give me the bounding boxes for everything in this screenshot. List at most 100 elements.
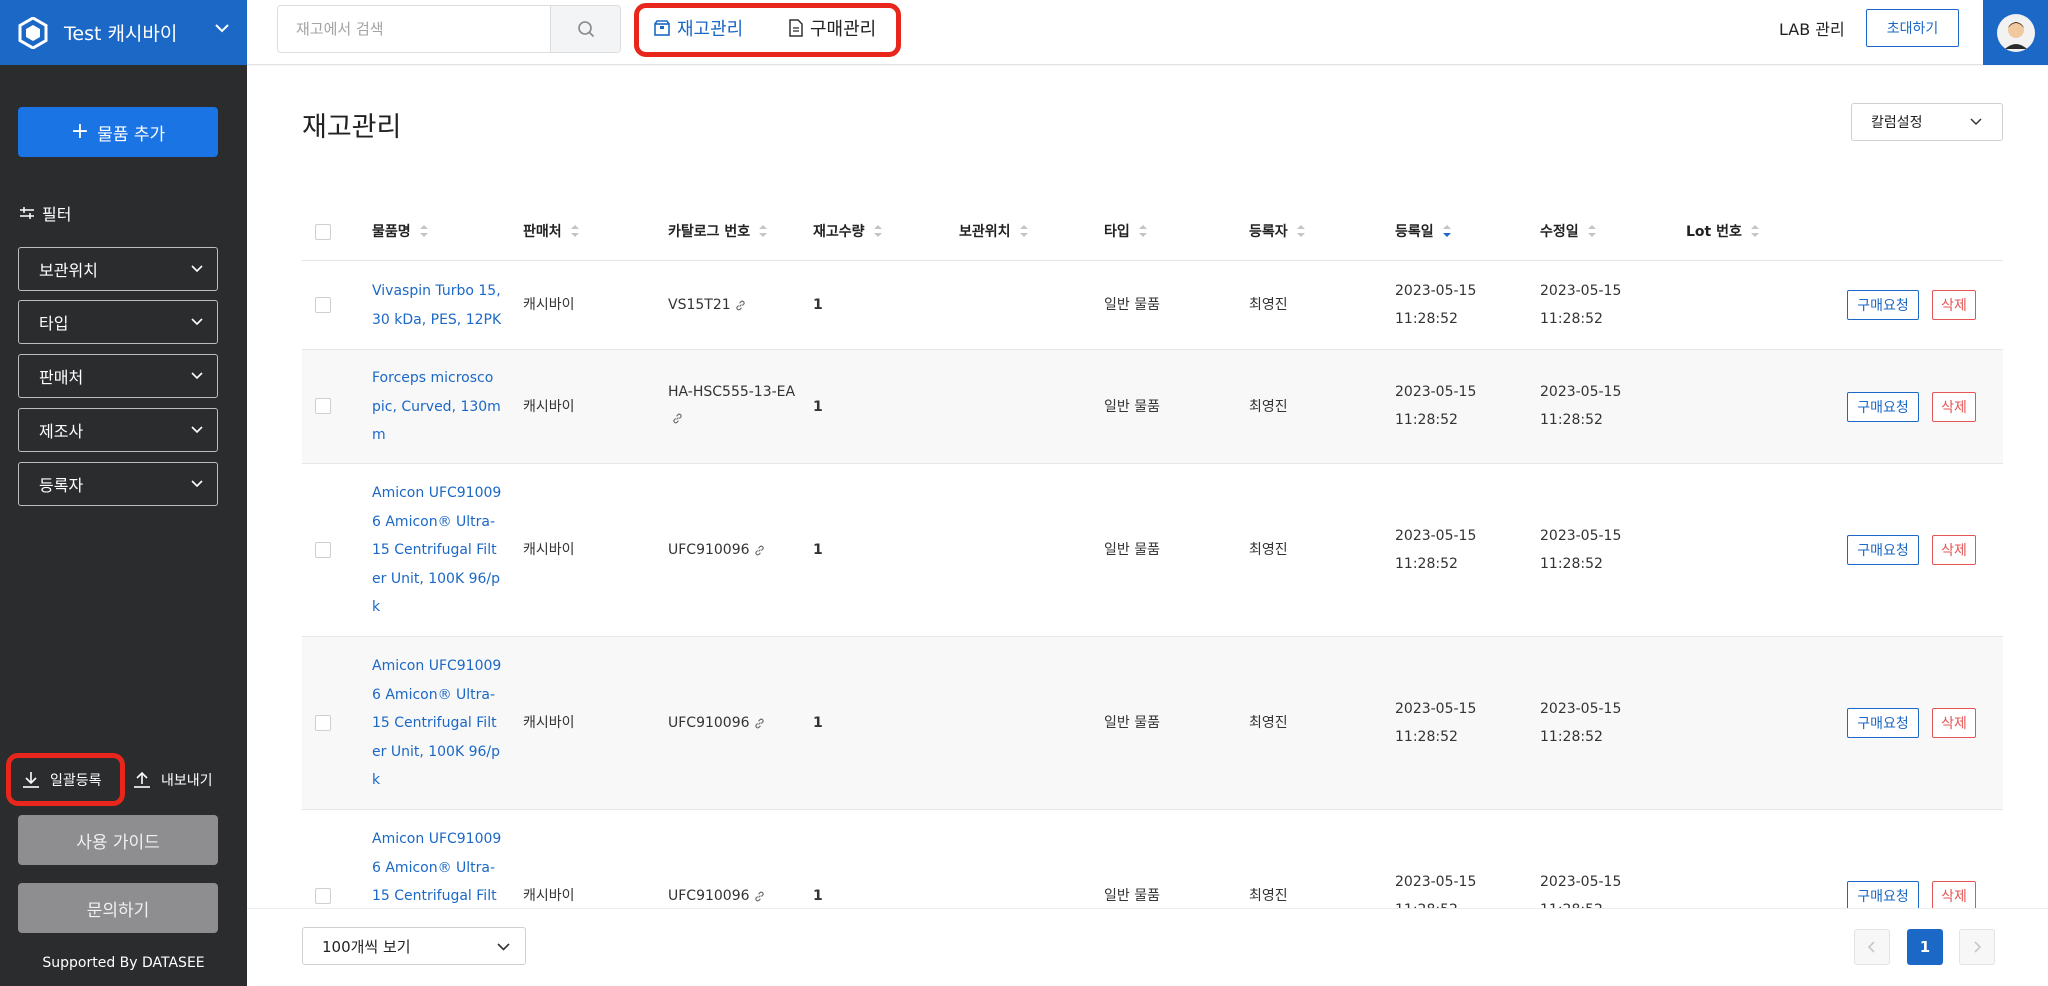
table-row[interactable]: Amicon UFC910096 Amicon® Ultra-15 Centri… — [302, 810, 2003, 908]
chevron-down-icon — [191, 426, 203, 434]
tab-purchase-label: 구매관리 — [810, 19, 877, 40]
avatar[interactable] — [1983, 0, 2048, 65]
catalog-cell[interactable]: UFC910096 — [668, 536, 798, 564]
row-checkbox[interactable] — [315, 542, 331, 558]
column-header-quantity[interactable]: 재고수량 — [813, 201, 883, 261]
filter-vendor[interactable]: 판매처 — [18, 354, 218, 398]
search-button[interactable] — [550, 6, 620, 52]
prev-page-button[interactable] — [1854, 929, 1890, 965]
mod-date-cell: 2023-05-1511:28:52 — [1540, 528, 1622, 572]
quantity-cell: 1 — [813, 888, 823, 904]
filter-label: 제조사 — [39, 422, 84, 441]
reg-date-cell: 2023-05-1511:28:52 — [1395, 528, 1477, 572]
column-header-registrant[interactable]: 등록자 — [1249, 201, 1306, 261]
user-guide-button[interactable]: 사용 가이드 — [18, 815, 218, 865]
link-icon — [754, 891, 764, 901]
mod-date-cell: 2023-05-1511:28:52 — [1540, 874, 1622, 908]
column-header-reg-date[interactable]: 등록일 — [1395, 201, 1452, 261]
purchase-request-button[interactable]: 구매요청 — [1847, 881, 1919, 908]
purchase-request-button[interactable]: 구매요청 — [1847, 708, 1919, 738]
select-all-checkbox[interactable] — [315, 224, 331, 240]
export-button[interactable]: 내보내기 — [133, 765, 213, 795]
row-checkbox[interactable] — [315, 398, 331, 414]
column-header-location[interactable]: 보관위치 — [959, 201, 1029, 261]
column-header-vendor[interactable]: 판매처 — [523, 201, 580, 261]
mod-date-cell: 2023-05-1511:28:52 — [1540, 283, 1622, 327]
tab-purchase[interactable]: 구매관리 — [788, 12, 876, 44]
column-header-name[interactable]: 물품명 — [372, 201, 429, 261]
vendor-cell: 캐시바이 — [523, 715, 575, 731]
catalog-number: HA-HSC555-13-EA — [668, 384, 796, 400]
table-row[interactable]: Forceps microscopic, Curved, 130mm 캐시바이 … — [302, 350, 2003, 464]
vendor-cell: 캐시바이 — [523, 888, 575, 904]
inventory-table: 물품명 판매처 카탈로그 번호 재고수량 보관위치 타입 등록자 등록일 수정일… — [302, 201, 2003, 908]
catalog-cell[interactable]: HA-HSC555-13-EA — [668, 378, 798, 434]
item-name-link[interactable]: Amicon UFC910096 Amicon® Ultra-15 Centri… — [372, 652, 502, 795]
filter-label: 타입 — [39, 314, 69, 333]
purchase-request-button[interactable]: 구매요청 — [1847, 535, 1919, 565]
next-page-button[interactable] — [1959, 929, 1995, 965]
table-row[interactable]: Amicon UFC910096 Amicon® Ultra-15 Centri… — [302, 637, 2003, 810]
delete-button[interactable]: 삭제 — [1932, 881, 1976, 908]
document-icon — [789, 19, 803, 37]
row-checkbox[interactable] — [315, 715, 331, 731]
catalog-number: UFC910096 — [668, 542, 750, 558]
delete-button[interactable]: 삭제 — [1932, 708, 1976, 738]
filter-type[interactable]: 타입 — [18, 300, 218, 344]
catalog-cell[interactable]: VS15T21 — [668, 291, 798, 319]
item-name-link[interactable]: Vivaspin Turbo 15, 30 kDa, PES, 12PK — [372, 277, 502, 334]
tab-inventory-label: 재고관리 — [677, 19, 744, 40]
add-item-button[interactable]: + 물품 추가 — [18, 107, 218, 157]
catalog-cell[interactable]: UFC910096 — [668, 709, 798, 737]
column-header-type[interactable]: 타입 — [1104, 201, 1148, 261]
row-checkbox[interactable] — [315, 888, 331, 904]
filter-registrant[interactable]: 등록자 — [18, 462, 218, 506]
purchase-request-button[interactable]: 구매요청 — [1847, 392, 1919, 422]
add-item-label: 물품 추가 — [97, 124, 166, 145]
item-name-link[interactable]: Amicon UFC910096 Amicon® Ultra-15 Centri… — [372, 825, 502, 908]
box-icon — [654, 20, 670, 36]
registrant-cell: 최영진 — [1249, 888, 1288, 904]
plus-icon: + — [70, 119, 90, 144]
delete-button[interactable]: 삭제 — [1932, 290, 1976, 320]
lab-manage-link[interactable]: LAB 관리 — [1779, 16, 1845, 40]
purchase-request-button[interactable]: 구매요청 — [1847, 290, 1919, 320]
filter-title: 필터 — [20, 201, 71, 225]
column-setting-dropdown[interactable]: 칼럼설정 — [1851, 103, 2003, 141]
table-row[interactable]: Amicon UFC910096 Amicon® Ultra-15 Centri… — [302, 464, 2003, 637]
table-row[interactable]: Vivaspin Turbo 15, 30 kDa, PES, 12PK 캐시바… — [302, 261, 2003, 350]
column-header-lot[interactable]: Lot 번호 — [1686, 201, 1760, 261]
upload-icon — [134, 771, 150, 788]
bulk-register-button[interactable]: 일괄등록 — [22, 765, 102, 795]
user-avatar-icon — [1996, 13, 2035, 52]
quantity-cell: 1 — [813, 297, 823, 313]
row-checkbox[interactable] — [315, 297, 331, 313]
column-header-catalog[interactable]: 카탈로그 번호 — [668, 201, 768, 261]
table-footer: 100개씩 보기 1 — [247, 908, 2048, 986]
chevron-down-icon — [497, 943, 510, 951]
delete-button[interactable]: 삭제 — [1932, 535, 1976, 565]
quantity-cell: 1 — [813, 399, 823, 415]
item-name-link[interactable]: Forceps microscopic, Curved, 130mm — [372, 364, 502, 450]
search-input[interactable] — [278, 6, 550, 52]
per-page-select[interactable]: 100개씩 보기 — [302, 927, 526, 965]
inquiry-button[interactable]: 문의하기 — [18, 883, 218, 933]
delete-button[interactable]: 삭제 — [1932, 392, 1976, 422]
reg-date-cell: 2023-05-1511:28:52 — [1395, 283, 1477, 327]
filter-location[interactable]: 보관위치 — [18, 247, 218, 291]
workspace-name: Test 캐시바이 — [64, 23, 178, 45]
registrant-cell: 최영진 — [1249, 715, 1288, 731]
page-button-current[interactable]: 1 — [1907, 929, 1943, 965]
item-name-link[interactable]: Amicon UFC910096 Amicon® Ultra-15 Centri… — [372, 479, 502, 622]
catalog-number: UFC910096 — [668, 715, 750, 731]
column-header-mod-date[interactable]: 수정일 — [1540, 201, 1597, 261]
tab-inventory[interactable]: 재고관리 — [653, 12, 743, 44]
sort-icon — [570, 225, 579, 237]
download-icon — [23, 772, 39, 788]
filter-manufacturer[interactable]: 제조사 — [18, 408, 218, 452]
filter-label: 등록자 — [39, 476, 84, 495]
mod-date-cell: 2023-05-1511:28:52 — [1540, 701, 1622, 745]
catalog-cell[interactable]: UFC910096 — [668, 882, 798, 908]
invite-button[interactable]: 초대하기 — [1866, 9, 1959, 47]
workspace-switcher[interactable]: Test 캐시바이 — [0, 0, 247, 65]
